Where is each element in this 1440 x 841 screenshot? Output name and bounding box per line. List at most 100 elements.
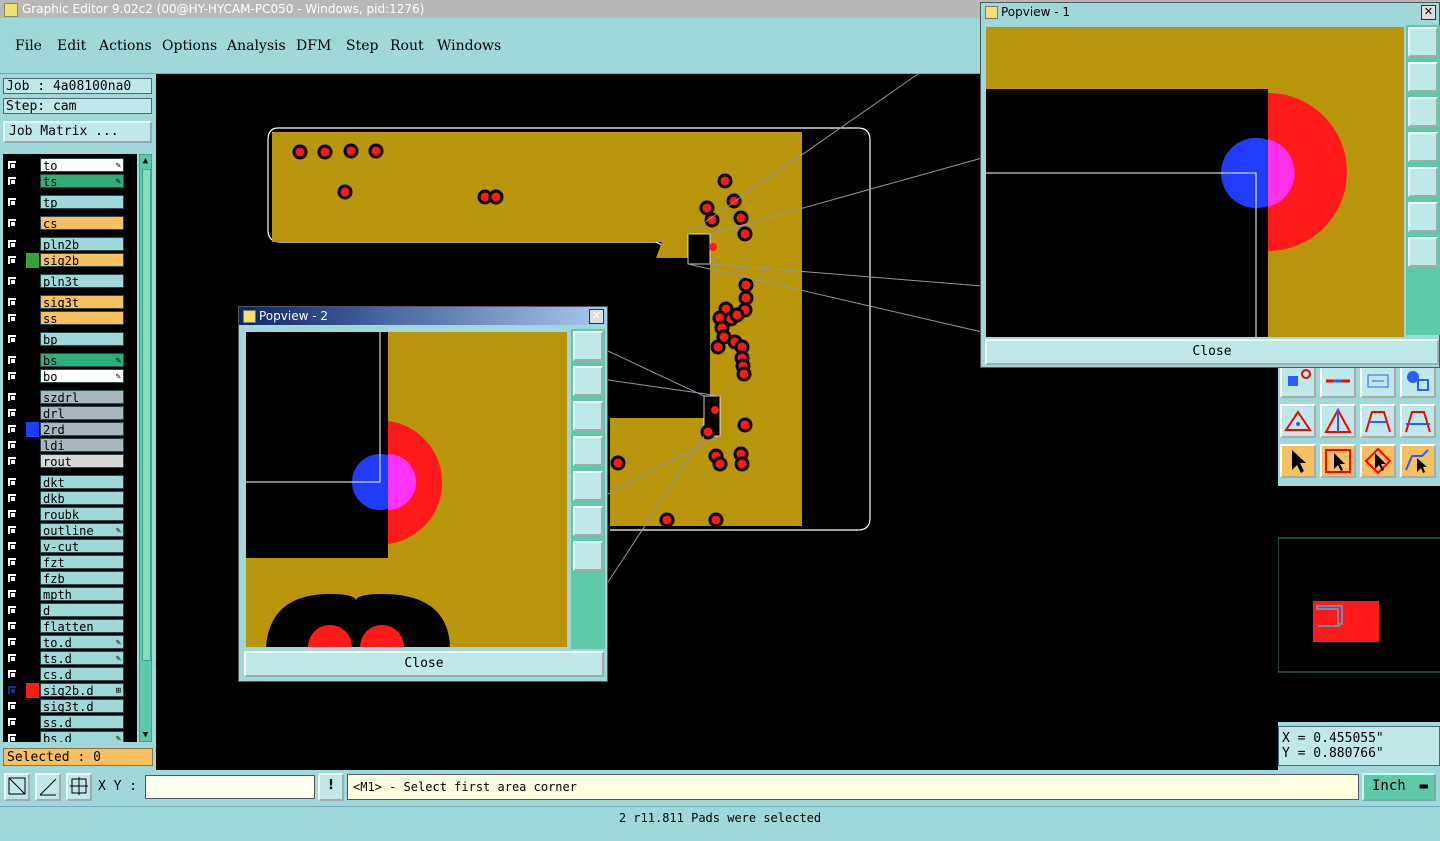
layer-row-d[interactable]: d — [3, 603, 125, 618]
job-matrix-button[interactable]: Job Matrix ... — [3, 121, 152, 143]
exclamation-icon[interactable]: ! — [318, 773, 344, 801]
menu-step[interactable]: Step — [346, 38, 378, 54]
layer-row-bs-d[interactable]: bs.d ✎ — [3, 731, 125, 742]
layer-name[interactable]: roubk — [40, 507, 124, 522]
layer-name[interactable]: ts.d ✎ — [40, 651, 124, 666]
zoom-in-icon[interactable] — [573, 506, 603, 536]
layer-visibility-checkbox[interactable] — [7, 685, 17, 695]
menu-actions[interactable]: Actions — [99, 38, 152, 54]
pan-down-icon[interactable] — [1408, 97, 1438, 127]
layer-name[interactable]: mpth — [40, 587, 124, 602]
measure-tool-icon[interactable] — [35, 773, 61, 801]
layer-visibility-checkbox[interactable] — [7, 408, 17, 418]
layer-visibility-checkbox[interactable] — [7, 509, 17, 519]
snap-tool-icon[interactable] — [4, 773, 30, 801]
layer-visibility-checkbox[interactable] — [7, 255, 17, 265]
layer-name[interactable]: bs.d ✎ — [40, 731, 124, 742]
layer-row-v-cut[interactable]: v-cut — [3, 539, 125, 554]
layer-visibility-checkbox[interactable] — [7, 176, 17, 186]
select-net-pointer-icon[interactable] — [1400, 444, 1436, 478]
layer-visibility-checkbox[interactable] — [7, 160, 17, 170]
layer-row-sig2b-d[interactable]: sig2b.d ⊞ — [3, 683, 125, 698]
layer-name[interactable]: sig3t — [40, 295, 124, 310]
layer-visibility-checkbox[interactable] — [7, 218, 17, 228]
arch-measure-tool-icon[interactable] — [1400, 404, 1436, 438]
layer-name[interactable]: dkt — [40, 475, 124, 490]
layer-row-pln3t[interactable]: pln3t — [3, 274, 125, 289]
menu-options[interactable]: Options — [162, 38, 217, 54]
layer-row-drl[interactable]: drl — [3, 406, 125, 421]
layer-row-ss-d[interactable]: ss.d — [3, 715, 125, 730]
layer-visibility-checkbox[interactable] — [7, 541, 17, 551]
units-select[interactable]: Inch ▬ — [1362, 773, 1436, 801]
layer-name[interactable]: cs.d — [40, 667, 124, 682]
layer-visibility-checkbox[interactable] — [7, 313, 17, 323]
overview-map[interactable] — [1277, 486, 1440, 722]
layer-visibility-checkbox[interactable] — [7, 197, 17, 207]
zoom-out-icon[interactable] — [1408, 237, 1438, 267]
layer-visibility-checkbox[interactable] — [7, 456, 17, 466]
popview-zoom-fit-icon[interactable] — [573, 331, 603, 361]
layer-visibility-checkbox[interactable] — [7, 557, 17, 567]
layer-name[interactable]: bo ✎ — [40, 369, 124, 384]
layer-row-fzb[interactable]: fzb — [3, 571, 125, 586]
layer-row-pln2b[interactable]: pln2b — [3, 237, 125, 252]
layer-name[interactable]: cs — [40, 216, 124, 231]
layer-name[interactable]: szdrl — [40, 390, 124, 405]
layer-name[interactable]: bp — [40, 332, 124, 347]
layer-row-dkt[interactable]: dkt — [3, 475, 125, 490]
layer-color-swatch[interactable] — [26, 422, 39, 437]
layer-name[interactable]: pln2b — [40, 237, 124, 252]
menu-dfm[interactable]: DFM — [296, 38, 331, 54]
layer-visibility-checkbox[interactable] — [7, 424, 17, 434]
layer-name[interactable]: drl — [40, 406, 124, 421]
layer-name[interactable]: ldi — [40, 438, 124, 453]
layer-name[interactable]: outline ✎ — [40, 523, 124, 538]
layer-name[interactable]: sig2b — [40, 253, 124, 268]
layer-visibility-checkbox[interactable] — [7, 637, 17, 647]
layer-name[interactable]: rout — [40, 454, 124, 469]
pan-left-icon[interactable] — [1408, 132, 1438, 162]
layer-visibility-checkbox[interactable] — [7, 355, 17, 365]
layer-row-sig2b[interactable]: sig2b — [3, 253, 125, 268]
layer-name[interactable]: bs ✎ — [40, 353, 124, 368]
layer-row-to[interactable]: to ✎ — [3, 158, 125, 173]
menu-edit[interactable]: Edit — [57, 38, 86, 54]
line-tool-icon[interactable] — [1320, 364, 1356, 398]
layer-row-szdrl[interactable]: szdrl — [3, 390, 125, 405]
popview-zoom-fit-icon[interactable] — [1408, 27, 1438, 57]
popview-2-view[interactable] — [246, 332, 567, 647]
layer-row-2rd[interactable]: 2rd — [3, 422, 125, 437]
layer-visibility-checkbox[interactable] — [7, 297, 17, 307]
layer-visibility-checkbox[interactable] — [7, 477, 17, 487]
popview-1-close-button[interactable]: Close — [985, 339, 1439, 365]
layer-row-cs-d[interactable]: cs.d — [3, 667, 125, 682]
pad-tool-icon[interactable] — [1280, 364, 1316, 398]
layer-visibility-checkbox[interactable] — [7, 392, 17, 402]
layer-visibility-checkbox[interactable] — [7, 440, 17, 450]
layer-name[interactable]: flatten — [40, 619, 124, 634]
layer-visibility-checkbox[interactable] — [7, 334, 17, 344]
layer-name[interactable]: to.d ✎ — [40, 635, 124, 650]
layer-name[interactable]: sig3t.d — [40, 699, 124, 714]
layer-name[interactable]: d — [40, 603, 124, 618]
layer-list-scrollbar[interactable]: ▲ ▼ — [139, 154, 152, 742]
layer-row-mpth[interactable]: mpth — [3, 587, 125, 602]
layer-visibility-checkbox[interactable] — [7, 276, 17, 286]
layer-visibility-checkbox[interactable] — [7, 717, 17, 727]
layer-row-sig3t[interactable]: sig3t — [3, 295, 125, 310]
layer-name[interactable]: fzb — [40, 571, 124, 586]
select-pointer-icon[interactable] — [1280, 444, 1316, 478]
pan-down-icon[interactable] — [573, 401, 603, 431]
close-icon[interactable]: ✕ — [589, 309, 604, 324]
layer-name[interactable]: dkb — [40, 491, 124, 506]
zoom-in-icon[interactable] — [1408, 202, 1438, 232]
scroll-down-arrow-icon[interactable]: ▼ — [141, 730, 150, 740]
layer-visibility-checkbox[interactable] — [7, 371, 17, 381]
layer-visibility-checkbox[interactable] — [7, 701, 17, 711]
pan-right-icon[interactable] — [573, 471, 603, 501]
layer-visibility-checkbox[interactable] — [7, 653, 17, 663]
layer-visibility-checkbox[interactable] — [7, 733, 17, 742]
xy-input[interactable] — [145, 775, 315, 799]
layer-visibility-checkbox[interactable] — [7, 239, 17, 249]
